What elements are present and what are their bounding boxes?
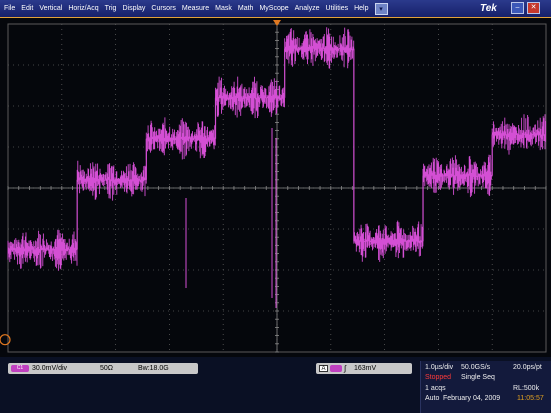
scope-display[interactable] <box>0 17 551 357</box>
trigger-mode: Auto <box>425 395 440 402</box>
menu-file[interactable]: File <box>0 0 18 17</box>
acq-row-state: Stopped Single Seq <box>425 373 495 383</box>
menu-mask[interactable]: Mask <box>212 0 235 17</box>
record-length: RL:500k <box>513 385 540 392</box>
menu-help[interactable]: Help <box>351 0 371 17</box>
menu-math[interactable]: Math <box>235 0 257 17</box>
sample-rate: 50.0GS/s <box>461 364 491 371</box>
channel-impedance: 50Ω <box>100 365 114 372</box>
chevron-down-icon[interactable]: ▾ <box>374 2 388 15</box>
channel-readout[interactable]: C1 30.0mV/div 50Ω Bw:18.0G <box>8 363 198 374</box>
acq-row-count: 1 acqs RL:500k <box>425 384 539 394</box>
menu-analyze[interactable]: Analyze <box>292 0 323 17</box>
acq-mode: Single Seq <box>461 374 495 381</box>
status-panel: C1 30.0mV/div 50Ω Bw:18.0G A ∫ 163mV 1.0… <box>0 357 551 413</box>
rising-edge-icon: ∫ <box>344 364 347 373</box>
menu-horiz-acq[interactable]: Horiz/Acq <box>65 0 101 17</box>
acq-time: 11:05:57 <box>517 395 544 402</box>
acq-row-datetime: Auto February 04, 2009 11:05:57 <box>425 394 544 404</box>
waveform-segment <box>76 160 147 201</box>
menu-vertical[interactable]: Vertical <box>36 0 65 17</box>
acq-date: February 04, 2009 <box>443 395 501 402</box>
waveform-segment <box>491 114 547 155</box>
brand-logo: Tek <box>480 3 497 14</box>
waveform-segment <box>422 154 493 198</box>
waveform-segment <box>215 76 285 119</box>
waveform-segment <box>7 229 78 271</box>
trigger-position-marker <box>273 20 281 26</box>
trigger-readout[interactable]: A ∫ 163mV <box>316 363 412 374</box>
channel-badge: C1 <box>11 365 29 372</box>
menu-measure[interactable]: Measure <box>179 0 212 17</box>
waveform-segment <box>145 117 216 160</box>
acq-row-timebase: 1.0µs/div 50.0GS/s 20.0ps/pt <box>425 363 542 373</box>
channel-bandwidth: Bw:18.0G <box>138 365 169 372</box>
waveform-graticule[interactable] <box>0 18 551 358</box>
menu-display[interactable]: Display <box>119 0 148 17</box>
menu-bar: File Edit Vertical Horiz/Acq Trig Displa… <box>0 0 551 17</box>
minimize-icon[interactable]: – <box>511 2 524 14</box>
trigger-channel-badge <box>330 365 342 372</box>
resolution: 20.0ps/pt <box>513 364 542 371</box>
menu-edit[interactable]: Edit <box>18 0 36 17</box>
waveform-segment <box>284 27 355 69</box>
waveform-segment <box>353 220 424 262</box>
trigger-source-label: A <box>319 365 328 372</box>
trigger-level: 163mV <box>354 365 377 372</box>
channel-scale: 30.0mV/div <box>32 365 68 372</box>
menu-myscope[interactable]: MyScope <box>256 0 291 17</box>
menu-trig[interactable]: Trig <box>102 0 120 17</box>
acq-state: Stopped <box>425 374 452 381</box>
close-icon[interactable]: ✕ <box>527 2 540 14</box>
menu-utilities[interactable]: Utilities <box>323 0 352 17</box>
time-per-div: 1.0µs/div <box>425 364 454 371</box>
menu-cursors[interactable]: Cursors <box>148 0 179 17</box>
acquisition-panel[interactable]: 1.0µs/div 50.0GS/s 20.0ps/pt Stopped Sin… <box>420 361 551 413</box>
acq-count: 1 acqs <box>425 385 446 392</box>
